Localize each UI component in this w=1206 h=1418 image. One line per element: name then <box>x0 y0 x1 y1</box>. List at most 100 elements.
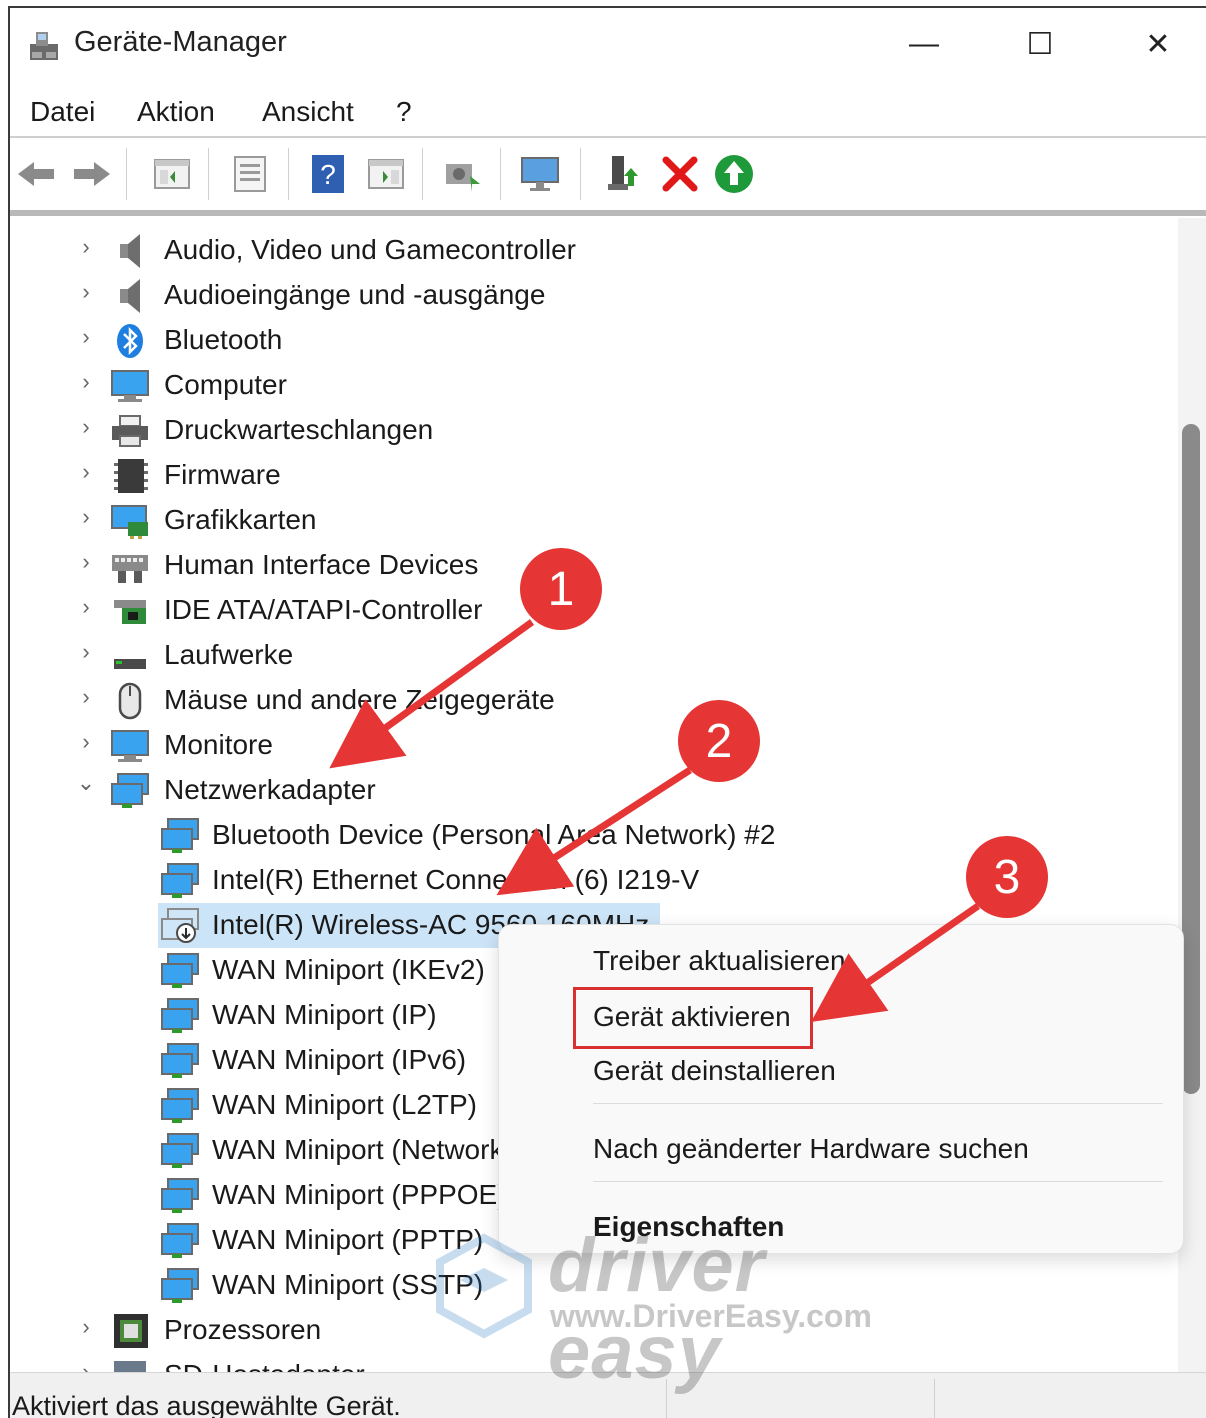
tree-item-label: Netzwerkadapter <box>164 774 376 805</box>
status-divider <box>934 1379 935 1418</box>
menu-bar: Datei Aktion Ansicht ? <box>10 88 1206 140</box>
chevron-right-icon[interactable]: › <box>76 414 96 440</box>
tree-item-print-queues[interactable]: › Druckwarteschlangen <box>10 408 1174 453</box>
ctx-properties[interactable]: Eigenschaften <box>593 1211 784 1243</box>
window-title: Geräte-Manager <box>74 26 287 58</box>
tree-item-firmware[interactable]: › Firmware <box>10 453 1174 498</box>
tree-item-label: Laufwerke <box>164 639 294 670</box>
minimize-button[interactable]: — <box>894 22 954 66</box>
scrollbar-thumb[interactable] <box>1182 424 1200 1094</box>
chevron-right-icon[interactable]: › <box>76 324 96 350</box>
chevron-right-icon[interactable]: › <box>76 504 96 530</box>
network-adapter-icon <box>161 953 199 988</box>
menu-help[interactable]: ? <box>396 96 412 128</box>
display-adapter-icon <box>111 505 148 539</box>
bluetooth-icon <box>117 324 143 358</box>
chevron-right-icon[interactable]: › <box>76 279 96 305</box>
keyboard-hid-icon <box>112 555 148 583</box>
tree-item-label: WAN Miniport (L2TP) <box>212 1089 478 1120</box>
chevron-right-icon[interactable]: › <box>76 549 96 575</box>
chevron-right-icon[interactable]: › <box>76 639 96 665</box>
chevron-right-icon[interactable]: › <box>76 459 96 485</box>
back-arrow-icon[interactable] <box>14 152 58 196</box>
menu-aktion[interactable]: Aktion <box>137 96 215 128</box>
chevron-right-icon[interactable]: › <box>76 729 96 755</box>
update-driver-icon[interactable] <box>600 152 644 196</box>
menu-datei[interactable]: Datei <box>30 96 95 128</box>
network-adapter-icon <box>161 1133 199 1168</box>
help-icon[interactable]: ? <box>306 152 350 196</box>
chevron-down-icon[interactable]: ⌄ <box>76 770 96 796</box>
chevron-right-icon[interactable]: › <box>76 369 96 395</box>
status-bar: Aktiviert das ausgewählte Gerät. <box>10 1372 1206 1418</box>
ctx-separator <box>593 1181 1163 1182</box>
chevron-right-icon[interactable]: › <box>76 1314 96 1340</box>
context-menu: Treiber aktualisieren Gerät aktivieren G… <box>498 924 1184 1254</box>
tree-item-drives[interactable]: › Laufwerke <box>10 633 1174 678</box>
tree-item-network-adapters[interactable]: ⌄ Netzwerkadapter <box>10 768 1174 813</box>
tree-item-audio-io[interactable]: › Audioeingänge und -ausgänge <box>10 273 1174 318</box>
status-divider <box>666 1379 667 1418</box>
speaker-icon <box>120 234 140 268</box>
properties-icon[interactable] <box>228 152 272 196</box>
network-adapter-icon <box>161 863 199 898</box>
ctx-update-driver[interactable]: Treiber aktualisieren <box>593 945 846 977</box>
tree-item-label: WAN Miniport (PPPOE) <box>212 1179 507 1210</box>
toolbar-separator <box>580 148 581 200</box>
tree-item-audio-video[interactable]: › Audio, Video und Gamecontroller <box>10 228 1174 273</box>
ctx-separator <box>593 1103 1163 1104</box>
tree-item-label: Human Interface Devices <box>164 549 479 580</box>
ctx-enable-device[interactable]: Gerät aktivieren <box>593 1001 791 1033</box>
network-adapter-icon <box>111 773 149 808</box>
tree-item-processors[interactable]: › Prozessoren <box>10 1308 1174 1353</box>
action-pane-icon[interactable] <box>364 152 408 196</box>
toolbar: ? <box>10 140 1206 212</box>
network-adapter-icon <box>161 1178 199 1213</box>
ctx-scan-hardware[interactable]: Nach geänderter Hardware suchen <box>593 1133 1029 1165</box>
menu-ansicht[interactable]: Ansicht <box>262 96 354 128</box>
tree-item-label: IDE ATA/ATAPI-Controller <box>164 594 483 625</box>
tree-item-bluetooth[interactable]: › Bluetooth <box>10 318 1174 363</box>
network-adapter-icon <box>161 1088 199 1123</box>
ctx-uninstall-device[interactable]: Gerät deinstallieren <box>593 1055 836 1087</box>
enable-device-icon[interactable] <box>712 152 756 196</box>
show-hide-console-tree-icon[interactable] <box>150 152 194 196</box>
mouse-icon <box>118 682 142 720</box>
toolbar-separator <box>208 148 209 200</box>
tree-item-label: Druckwarteschlangen <box>164 414 434 445</box>
tree-item-label: WAN Miniport (PPTP) <box>212 1224 484 1255</box>
toolbar-separator <box>422 148 423 200</box>
menubar-separator <box>10 136 1206 138</box>
annotation-badge-3: 3 <box>966 836 1048 918</box>
tree-item-label: WAN Miniport (IPv6) <box>212 1044 467 1075</box>
network-adapter-icon <box>161 1268 199 1303</box>
forward-arrow-icon[interactable] <box>70 152 114 196</box>
chevron-right-icon[interactable]: › <box>76 684 96 710</box>
speaker-icon <box>120 279 140 313</box>
network-adapter-disabled-icon <box>161 908 199 943</box>
toolbar-separator <box>126 148 127 200</box>
network-adapter-icon <box>161 1223 199 1258</box>
tree-item-label: WAN Miniport (IP) <box>212 999 437 1030</box>
tree-item-label: Audio, Video und Gamecontroller <box>164 234 576 265</box>
tree-item-monitors[interactable]: › Monitore <box>10 723 1174 768</box>
maximize-button[interactable]: ☐ <box>1010 22 1070 66</box>
tree-item-mice[interactable]: › Mäuse und andere Zeigegeräte <box>10 678 1174 723</box>
tree-item-label: Computer <box>164 369 287 400</box>
tree-item-computer[interactable]: › Computer <box>10 363 1174 408</box>
close-button[interactable]: ✕ <box>1128 22 1188 66</box>
chevron-right-icon[interactable]: › <box>76 234 96 260</box>
processor-icon <box>114 1314 148 1348</box>
tree-item-label: Bluetooth <box>164 324 283 355</box>
uninstall-device-icon[interactable] <box>658 152 702 196</box>
tree-item-sd-host[interactable]: › SD-Hostadapter <box>10 1353 1174 1374</box>
scan-hardware-icon[interactable] <box>440 152 484 196</box>
toolbar-separator <box>500 148 501 200</box>
tree-item-label: Mäuse und andere Zeigegeräte <box>164 684 555 715</box>
svg-text:?: ? <box>320 159 336 190</box>
tree-item-label: Prozessoren <box>164 1314 322 1345</box>
chevron-right-icon[interactable]: › <box>76 594 96 620</box>
tree-child-wan-sstp[interactable]: WAN Miniport (SSTP) <box>10 1263 1174 1308</box>
tree-item-display-adapters[interactable]: › Grafikkarten <box>10 498 1174 543</box>
monitor-icon[interactable] <box>518 152 562 196</box>
